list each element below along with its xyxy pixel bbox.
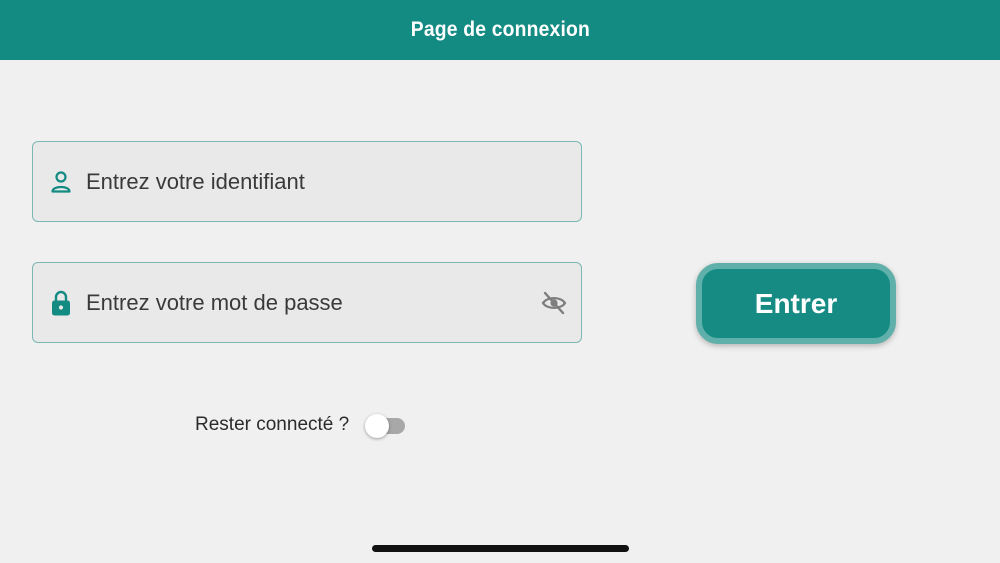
login-button[interactable]: Entrer bbox=[696, 263, 896, 344]
remember-me-row: Rester connecté ? bbox=[195, 410, 407, 440]
toggle-knob bbox=[365, 414, 390, 438]
lock-icon bbox=[49, 289, 73, 317]
home-indicator[interactable] bbox=[372, 545, 629, 552]
password-input[interactable] bbox=[86, 263, 526, 342]
app-header: Page de connexion bbox=[0, 0, 1000, 60]
person-icon bbox=[49, 168, 73, 196]
eye-off-icon[interactable] bbox=[541, 290, 567, 316]
remember-me-toggle[interactable] bbox=[365, 411, 407, 439]
page-title: Page de connexion bbox=[410, 18, 590, 41]
username-field[interactable] bbox=[32, 141, 582, 222]
username-input[interactable] bbox=[86, 142, 526, 221]
remember-me-label: Rester connecté ? bbox=[195, 414, 350, 435]
password-field[interactable] bbox=[32, 262, 582, 343]
